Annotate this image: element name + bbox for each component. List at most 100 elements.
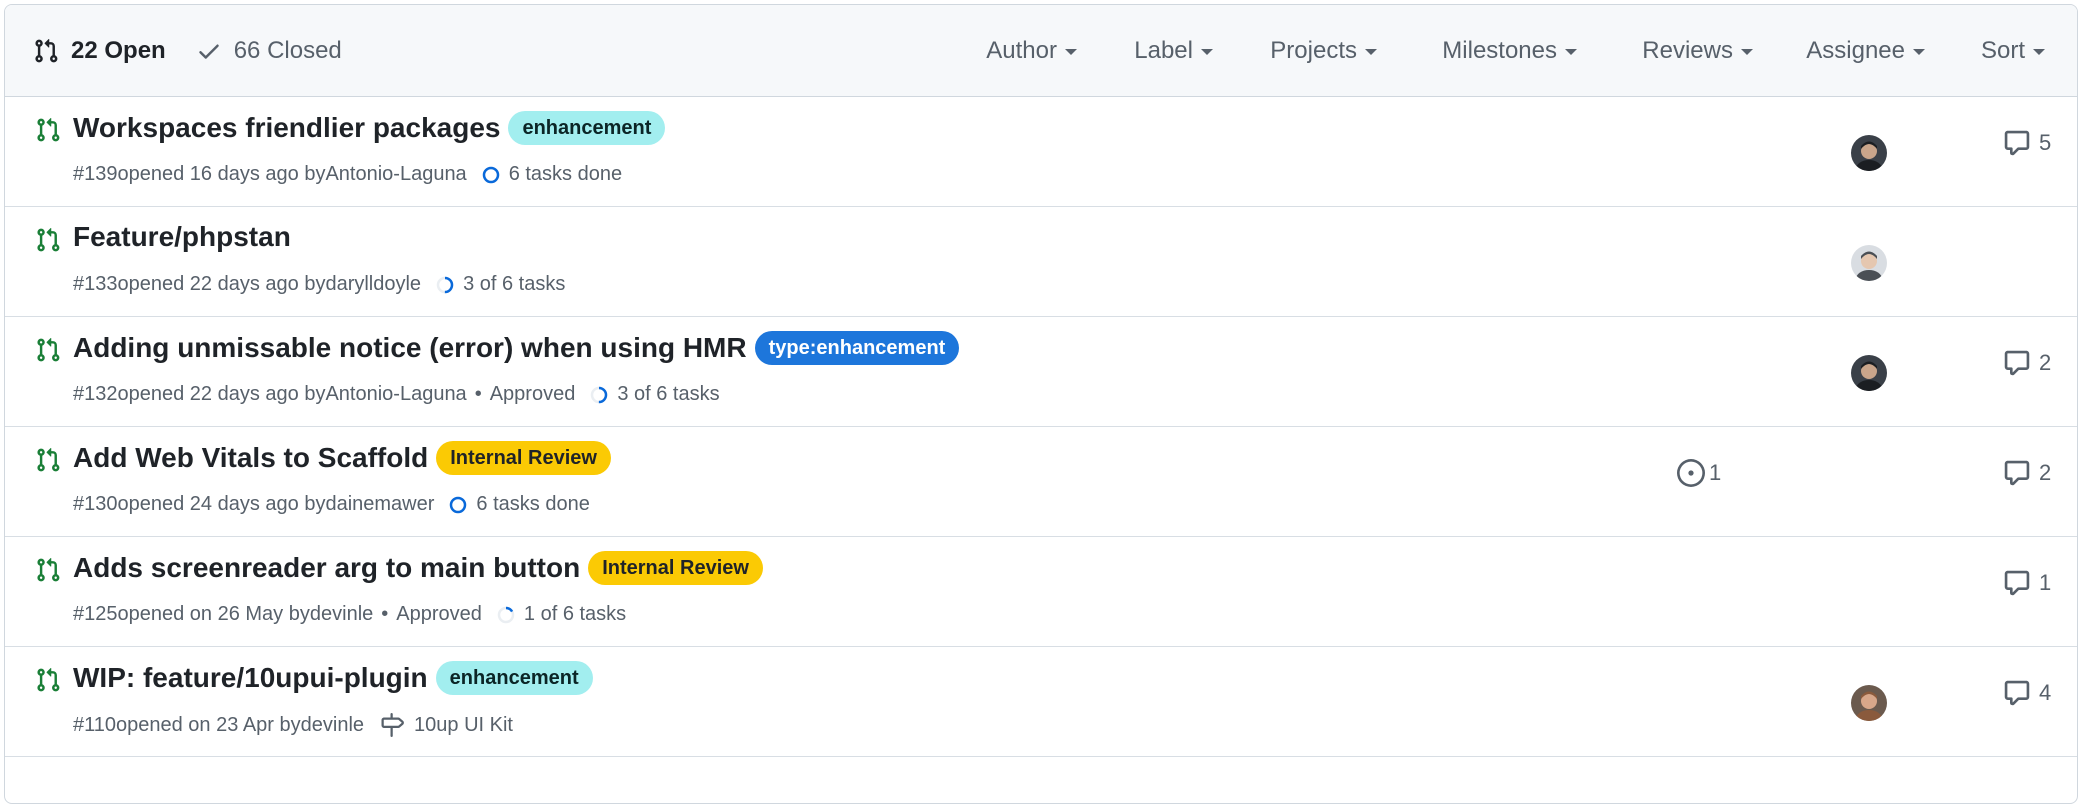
label-badge[interactable]: Internal Review [436, 441, 611, 475]
assignee-avatar[interactable] [1851, 355, 1887, 391]
pull-request-number: #110 [73, 713, 117, 736]
open-filter[interactable]: 22 Open [33, 37, 166, 65]
pull-request-row: Feature/phpstan #133 opened 22 days ago b… [5, 207, 2077, 317]
review-status[interactable]: Approved [396, 603, 482, 626]
pull-request-number: #130 [73, 493, 118, 515]
open-pull-request-icon [37, 447, 60, 472]
assignee-avatar[interactable] [1851, 245, 1887, 281]
comment-count: 2 [2039, 350, 2052, 375]
assignee-avatar[interactable] [1851, 685, 1887, 721]
pull-request-title[interactable]: WIP: feature/10upui-plugin [73, 662, 428, 694]
open-pull-request-icon [37, 117, 60, 142]
pull-request-number: #139 [73, 163, 118, 185]
list-header: 22 Open 66 Closed Author Label Projects … [5, 5, 2077, 97]
author-link[interactable]: Antonio-Laguna [325, 163, 466, 186]
opened-text: opened on 26 May by [117, 603, 310, 625]
author-link[interactable]: devinle [301, 714, 364, 737]
label-badge[interactable]: type:enhancement [754, 331, 960, 365]
task-progress: 6 tasks done [448, 493, 590, 516]
check-icon [198, 44, 219, 59]
author-filter[interactable]: Author [986, 5, 1077, 97]
milestone-icon [381, 713, 404, 737]
assignee-avatar[interactable] [1851, 135, 1887, 171]
author-filter-label: Author [986, 37, 1057, 64]
author-link[interactable]: darylldoyle [325, 273, 421, 296]
reviews-filter[interactable]: Reviews [1642, 5, 1753, 97]
label-filter-label: Label [1134, 37, 1193, 64]
issue-opened-icon [1677, 459, 1705, 487]
caret-down-icon [1741, 49, 1753, 55]
pull-request-title[interactable]: Adding unmissable notice (error) when us… [73, 332, 747, 364]
open-pull-request-icon [37, 337, 60, 362]
comment-count: 1 [2039, 570, 2052, 595]
projects-filter[interactable]: Projects [1270, 5, 1377, 97]
pull-request-title[interactable]: Workspaces friendlier packages [73, 112, 500, 144]
pull-request-title[interactable]: Adds screenreader arg to main button [73, 552, 580, 584]
milestones-filter[interactable]: Milestones [1442, 5, 1577, 97]
comments-link[interactable]: 1 [2003, 569, 2051, 597]
author-link[interactable]: Antonio-Laguna [325, 383, 466, 406]
pull-request-number: #132 [73, 383, 118, 405]
milestone-name: 10up UI Kit [414, 713, 513, 736]
opened-text: opened on 23 Apr by [116, 713, 301, 736]
closed-count: 66 Closed [233, 36, 342, 64]
comments-link[interactable]: 2 [2003, 349, 2051, 377]
state-toggle: 22 Open 66 Closed [33, 37, 342, 65]
comments-link[interactable]: 5 [2003, 129, 2051, 157]
linked-issue-count: 1 [1709, 460, 1722, 485]
pull-request-meta: #139 opened 16 days ago by Antonio-Lagun… [73, 163, 622, 186]
label-badge[interactable]: enhancement [435, 661, 593, 695]
task-progress-icon [436, 276, 454, 293]
separator-dot: • [381, 603, 389, 625]
sort-filter-label: Sort [1980, 37, 2025, 64]
comment-count: 4 [2039, 680, 2052, 705]
comment-icon [2004, 570, 2030, 596]
open-pull-request-icon [37, 227, 60, 252]
tasks-complete-icon [482, 166, 499, 183]
opened-text: opened 16 days ago by [117, 163, 326, 185]
comment-count: 5 [2039, 130, 2052, 155]
pull-request-meta: #125 opened on 26 May by devinle • Approve… [73, 603, 626, 626]
task-progress-icon [497, 606, 515, 623]
author-link[interactable]: dainemawer [325, 493, 434, 516]
pull-request-meta: #110 opened on 23 Apr by devinle 10up UI … [73, 713, 513, 737]
separator-dot: • [474, 383, 482, 405]
author-link[interactable]: devinle [310, 603, 373, 626]
label-badge[interactable]: Internal Review [588, 551, 763, 585]
task-progress-text: 1 of 6 tasks [523, 603, 627, 625]
pull-request-title[interactable]: Feature/phpstan [73, 221, 291, 253]
task-progress: 6 tasks done [481, 163, 622, 186]
pull-request-number: #133 [73, 273, 118, 295]
closed-filter[interactable]: 66 Closed [196, 37, 342, 65]
milestone-link[interactable]: 10up UI Kit [378, 713, 513, 737]
pull-request-meta: #132 opened 22 days ago by Antonio-Lagun… [73, 383, 720, 406]
milestones-filter-label: Milestones [1442, 37, 1557, 64]
pull-request-row: Workspaces friendlier packages enhancemen… [5, 97, 2077, 207]
task-progress: 3 of 6 tasks [435, 273, 565, 296]
pull-request-title[interactable]: Add Web Vitals to Scaffold [73, 442, 428, 474]
label-filter[interactable]: Label [1134, 5, 1213, 97]
title-line: Adding unmissable notice (error) when us… [73, 331, 960, 365]
comments-link[interactable]: 4 [2003, 679, 2051, 707]
open-count: 22 Open [71, 36, 166, 64]
pull-request-number: #125 [73, 603, 118, 625]
sort-filter[interactable]: Sort [1981, 5, 2045, 97]
caret-down-icon [1065, 49, 1077, 55]
review-status[interactable]: Approved [490, 383, 576, 406]
comment-icon [2004, 130, 2030, 156]
assignee-filter[interactable]: Assignee [1806, 5, 1925, 97]
caret-down-icon [1565, 49, 1577, 55]
pull-request-meta: #133 opened 22 days ago by darylldoyle 3 … [73, 273, 565, 296]
task-progress-text: 3 of 6 tasks [617, 383, 720, 405]
opened-text: opened 22 days ago by [117, 273, 326, 295]
pull-request-icon [35, 38, 58, 62]
title-line: WIP: feature/10upui-plugin enhancement [73, 661, 593, 695]
tasks-complete-icon [450, 496, 467, 513]
comments-link[interactable]: 2 [2003, 459, 2051, 487]
comment-count: 2 [2039, 460, 2052, 485]
task-progress: 1 of 6 tasks [496, 603, 626, 626]
opened-text: opened 24 days ago by [117, 493, 326, 515]
linked-issues[interactable]: 1 [1677, 459, 1721, 487]
label-badge[interactable]: enhancement [508, 111, 666, 145]
pull-request-row: Adds screenreader arg to main button Inte… [5, 537, 2077, 647]
